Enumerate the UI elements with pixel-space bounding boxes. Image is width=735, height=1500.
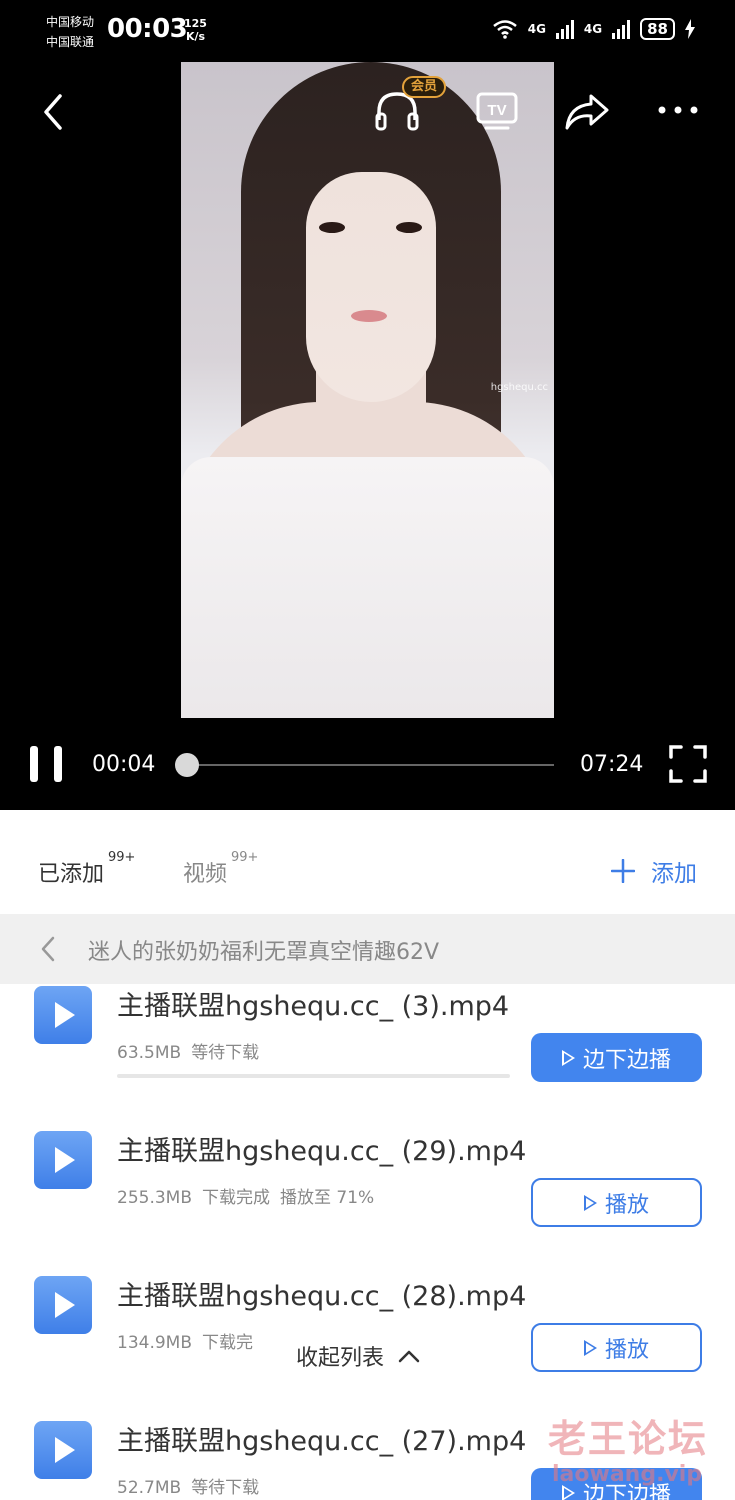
file-size: 255.3MB bbox=[117, 1188, 192, 1208]
button-label: 播放 bbox=[604, 1192, 649, 1218]
play-triangle-icon bbox=[583, 1194, 597, 1211]
carrier-2: 中国联通 bbox=[46, 35, 95, 49]
current-time: 00:04 bbox=[92, 752, 156, 777]
file-size: 134.9MB bbox=[117, 1333, 192, 1353]
play-button[interactable]: 播放 bbox=[531, 1323, 702, 1372]
network-type-1: 4G bbox=[527, 22, 546, 36]
play-progress: 播放至 71% bbox=[280, 1188, 375, 1208]
tv-label: TV bbox=[487, 102, 506, 119]
forum-watermark: 老王论坛 bbox=[548, 1417, 709, 1461]
network-type-2: 4G bbox=[583, 22, 603, 36]
signal-icon bbox=[555, 19, 574, 39]
forum-watermark-url: laowang.vip bbox=[552, 1462, 703, 1487]
play-file-icon bbox=[34, 1276, 92, 1334]
status-icons: 4G 4G 88 bbox=[492, 18, 695, 40]
list-item[interactable]: 主播联盟hgshequ.cc_ (3).mp4 63.5MB 等待下载 边下边播 bbox=[0, 984, 735, 1109]
tv-icon[interactable]: TV bbox=[476, 90, 518, 132]
file-meta: 255.3MB 下载完成 播放至 71% bbox=[117, 1183, 384, 1208]
charging-icon bbox=[685, 19, 695, 39]
file-status: 下载完 bbox=[202, 1333, 253, 1353]
tab-videos-label: 视频 bbox=[183, 862, 228, 887]
pause-icon[interactable] bbox=[28, 746, 64, 782]
tab-videos[interactable]: 视频99+ bbox=[183, 850, 258, 888]
list-item[interactable]: 主播联盟hgshequ.cc_ (28).mp4 134.9MB 下载完 播放 bbox=[0, 1254, 735, 1399]
status-time: 00:03 bbox=[107, 14, 188, 44]
speed-value: 125 bbox=[184, 17, 207, 30]
tab-added-count: 99+ bbox=[108, 850, 136, 865]
play-triangle-icon bbox=[561, 1049, 575, 1066]
carrier-1: 中国移动 bbox=[46, 15, 95, 29]
add-button[interactable]: 添加 bbox=[611, 854, 697, 888]
download-progress bbox=[117, 1074, 510, 1078]
folder-title: 迷人的张奶奶福利无罩真空情趣62V bbox=[88, 940, 440, 965]
collapse-list-button[interactable]: 收起列表 bbox=[292, 1340, 425, 1372]
vip-badge: 会员 bbox=[402, 76, 447, 98]
chevron-up-icon bbox=[398, 1350, 420, 1363]
carrier-info: 中国移动 中国联通 bbox=[46, 12, 94, 52]
file-meta: 63.5MB 等待下载 bbox=[117, 1038, 269, 1063]
folder-header[interactable]: 迷人的张奶奶福利无罩真空情趣62V bbox=[0, 914, 735, 984]
list-item[interactable]: 主播联盟hgshequ.cc_ (29).mp4 255.3MB 下载完成 播放至 … bbox=[0, 1109, 735, 1254]
signal-icon bbox=[612, 19, 631, 39]
button-label: 边下边播 bbox=[582, 1047, 671, 1073]
file-meta: 52.7MB 等待下载 bbox=[117, 1473, 269, 1498]
video-watermark: hgshequ.cc bbox=[490, 382, 548, 393]
file-status: 等待下载 bbox=[191, 1043, 260, 1063]
video-content-shirt bbox=[181, 457, 554, 718]
tab-added-label: 已添加 bbox=[38, 862, 105, 887]
video-content-eye bbox=[319, 222, 345, 233]
video-frame[interactable]: hgshequ.cc bbox=[181, 62, 554, 718]
play-file-icon bbox=[34, 1421, 92, 1479]
seek-bar[interactable] bbox=[184, 764, 554, 766]
tab-videos-count: 99+ bbox=[231, 850, 259, 865]
play-file-icon bbox=[34, 986, 92, 1044]
chevron-left-icon[interactable] bbox=[40, 936, 56, 962]
seek-thumb[interactable] bbox=[175, 753, 200, 777]
play-triangle-icon bbox=[583, 1339, 597, 1356]
plus-icon bbox=[611, 859, 635, 883]
file-status: 下载完成 bbox=[202, 1188, 270, 1208]
network-speed: 125 K/s bbox=[184, 17, 207, 43]
battery-level: 88 bbox=[640, 18, 675, 40]
play-file-icon bbox=[34, 1131, 92, 1189]
add-button-label: 添加 bbox=[651, 861, 697, 887]
video-content-lips bbox=[351, 310, 387, 322]
collapse-label: 收起列表 bbox=[296, 1346, 385, 1371]
total-time: 07:24 bbox=[580, 752, 644, 777]
more-icon[interactable] bbox=[656, 104, 700, 116]
video-player[interactable]: 中国移动 中国联通 00:03 125 K/s 4G 4G 88 hgshequ… bbox=[0, 0, 735, 810]
file-meta: 134.9MB 下载完 bbox=[117, 1328, 263, 1353]
speed-unit: K/s bbox=[185, 30, 206, 43]
tab-bar: 已添加99+ 视频99+ 添加 bbox=[0, 810, 735, 914]
file-name: 主播联盟hgshequ.cc_ (3).mp4 bbox=[117, 991, 510, 1022]
tab-added[interactable]: 已添加99+ bbox=[38, 850, 135, 888]
fullscreen-icon[interactable] bbox=[668, 744, 708, 784]
status-bar: 中国移动 中国联通 00:03 125 K/s 4G 4G 88 bbox=[0, 0, 735, 62]
video-content-eye bbox=[396, 222, 422, 233]
play-button[interactable]: 播放 bbox=[531, 1178, 702, 1227]
back-icon[interactable] bbox=[40, 92, 70, 132]
file-size: 52.7MB bbox=[117, 1478, 182, 1498]
playback-controls: 00:04 07:24 bbox=[0, 730, 735, 810]
file-status: 等待下载 bbox=[191, 1478, 260, 1498]
video-content-face bbox=[306, 172, 436, 402]
file-name: 主播联盟hgshequ.cc_ (27).mp4 bbox=[117, 1426, 527, 1457]
file-name: 主播联盟hgshequ.cc_ (28).mp4 bbox=[117, 1281, 527, 1312]
share-icon[interactable] bbox=[563, 92, 611, 132]
stream-play-button[interactable]: 边下边播 bbox=[531, 1033, 702, 1082]
file-name: 主播联盟hgshequ.cc_ (29).mp4 bbox=[117, 1136, 527, 1167]
button-label: 播放 bbox=[604, 1337, 649, 1363]
wifi-icon bbox=[492, 20, 517, 39]
file-size: 63.5MB bbox=[117, 1043, 182, 1063]
